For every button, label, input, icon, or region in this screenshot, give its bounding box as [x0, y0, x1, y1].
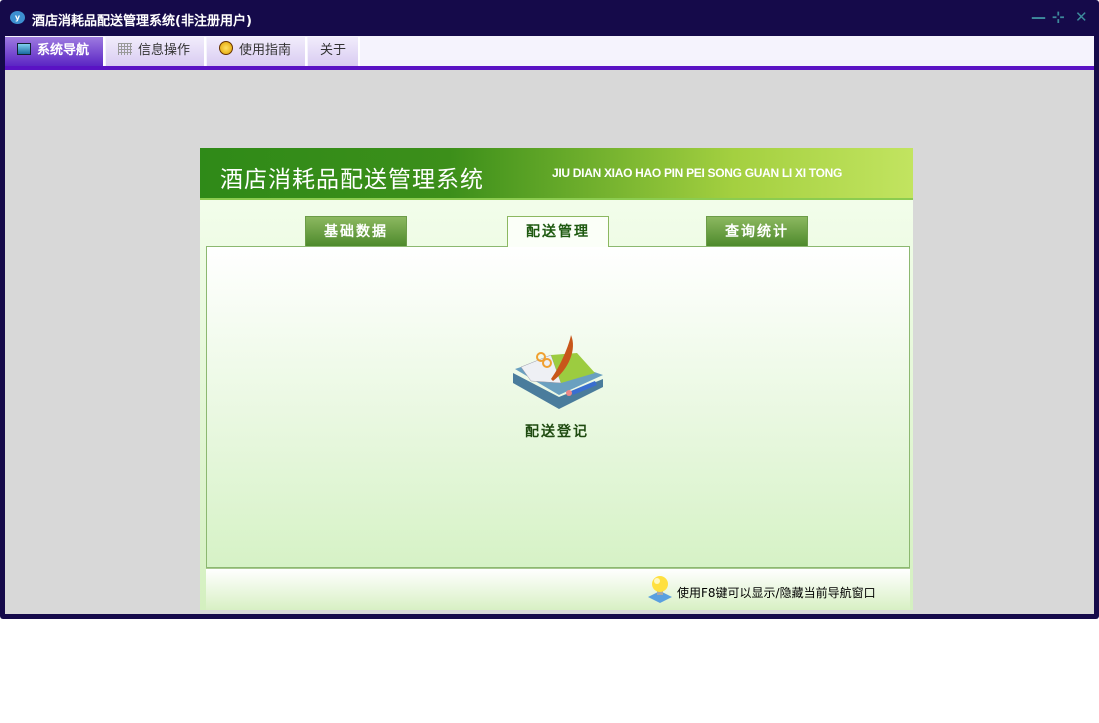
lightbulb-icon	[648, 576, 672, 603]
tab-label: 系统导航	[37, 43, 90, 58]
banner-subtitle: JIU DIAN XIAO HAO PIN PEI SONG GUAN LI X…	[552, 166, 843, 180]
tab-delivery-mgmt[interactable]: 配送管理	[507, 216, 609, 247]
tab-label: 信息操作	[138, 43, 191, 58]
panel-footer: 使用F8键可以显示/隐藏当前导航窗口	[206, 568, 910, 610]
menu-bar: 系统导航 信息操作 使用指南 关于	[5, 36, 1094, 66]
title-bar[interactable]: y 酒店消耗品配送管理系统(非注册用户) — ⊹ ✕	[0, 0, 1099, 36]
panel-banner: 酒店消耗品配送管理系统 JIU DIAN XIAO HAO PIN PEI SO…	[200, 148, 913, 200]
restore-button[interactable]: ⊹	[1052, 8, 1065, 26]
navigation-panel: 酒店消耗品配送管理系统 JIU DIAN XIAO HAO PIN PEI SO…	[200, 148, 913, 610]
tab-basic-data[interactable]: 基础数据	[305, 216, 407, 246]
tab-query-stats[interactable]: 查询统计	[706, 216, 808, 246]
tab-system-nav[interactable]: 系统导航	[5, 37, 105, 66]
tab-about[interactable]: 关于	[308, 37, 360, 66]
help-icon	[219, 41, 233, 55]
banner-title: 酒店消耗品配送管理系统	[220, 167, 484, 193]
tab-label: 使用指南	[239, 43, 292, 58]
grid-icon	[118, 43, 132, 55]
tab-user-guide[interactable]: 使用指南	[207, 37, 307, 66]
window-title: 酒店消耗品配送管理系统(非注册用户)	[32, 14, 252, 29]
hint-text: 使用F8键可以显示/隐藏当前导航窗口	[677, 586, 876, 600]
monitor-icon	[17, 43, 31, 55]
app-logo-icon: y	[10, 11, 25, 24]
minimize-button[interactable]: —	[1031, 8, 1046, 26]
book-icon[interactable]	[511, 335, 605, 415]
delivery-register-label[interactable]: 配送登记	[525, 421, 589, 441]
tab-content: 配送登记	[206, 246, 910, 568]
close-button[interactable]: ✕	[1075, 8, 1088, 26]
tab-info-ops[interactable]: 信息操作	[106, 37, 206, 66]
tab-label: 关于	[320, 43, 347, 58]
